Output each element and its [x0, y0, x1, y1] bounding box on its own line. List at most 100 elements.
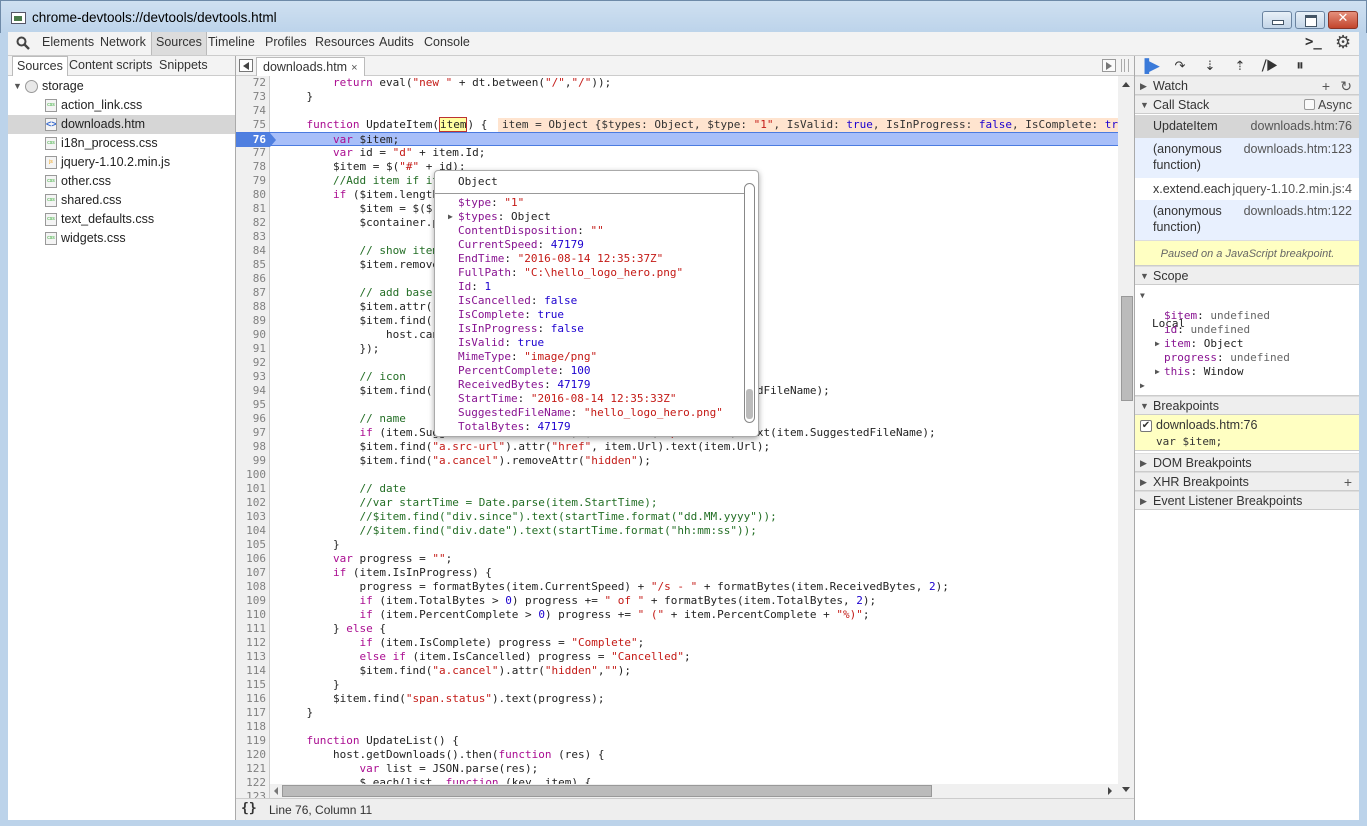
- event-listener-breakpoints-section-header[interactable]: ▶ Event Listener Breakpoints: [1135, 491, 1359, 510]
- code-line[interactable]: 77 var id = "d" + item.Id;: [236, 146, 1118, 160]
- code-line[interactable]: 100: [236, 468, 1118, 482]
- code-line[interactable]: 111 } else {: [236, 622, 1118, 636]
- line-number[interactable]: 76: [236, 133, 276, 147]
- line-number[interactable]: 73: [236, 90, 266, 104]
- step-into-icon[interactable]: ⇣: [1201, 58, 1219, 74]
- breakpoint-checkbox[interactable]: ✔: [1140, 420, 1152, 432]
- nav-tab-sources[interactable]: Sources: [12, 56, 68, 76]
- call-frame-location[interactable]: downloads.htm:123: [1244, 141, 1352, 157]
- toggle-debugger-icon[interactable]: [1102, 59, 1116, 72]
- tree-folder-storage[interactable]: ▼ storage: [8, 77, 235, 96]
- nav-tab-content-scripts[interactable]: Content scripts: [65, 56, 156, 76]
- tree-file[interactable]: <> downloads.htm: [8, 115, 235, 134]
- line-number[interactable]: 103: [236, 510, 266, 524]
- code-line[interactable]: 119 function UpdateList() {: [236, 734, 1118, 748]
- step-out-icon[interactable]: ⇡: [1231, 58, 1249, 74]
- tree-file[interactable]: css action_link.css: [8, 96, 235, 115]
- line-number[interactable]: 100: [236, 468, 266, 482]
- scope-section-header[interactable]: ▼ Scope: [1135, 266, 1359, 285]
- nav-tab-snippets[interactable]: Snippets: [155, 56, 212, 76]
- line-number[interactable]: 113: [236, 650, 266, 664]
- line-number[interactable]: 81: [236, 202, 266, 216]
- scroll-thumb[interactable]: [1121, 296, 1133, 401]
- line-number[interactable]: 116: [236, 692, 266, 706]
- scope-variable[interactable]: ▶ this: Window: [1135, 365, 1359, 379]
- line-number[interactable]: 77: [236, 146, 266, 160]
- line-number[interactable]: 82: [236, 216, 266, 230]
- scope-variable[interactable]: $item: undefined: [1135, 309, 1359, 323]
- add-watch-icon[interactable]: +: [1322, 77, 1330, 95]
- code-line[interactable]: 99 $item.find("a.cancel").removeAttr("hi…: [236, 454, 1118, 468]
- code-line[interactable]: 106 var progress = "";: [236, 552, 1118, 566]
- breakpoint-location[interactable]: downloads.htm:76: [1156, 418, 1257, 432]
- line-number[interactable]: 74: [236, 104, 266, 118]
- line-number[interactable]: 123: [236, 790, 266, 798]
- call-frame[interactable]: (anonymous function) downloads.htm:123: [1135, 138, 1359, 178]
- refresh-watch-icon[interactable]: ↻: [1340, 77, 1352, 95]
- line-number[interactable]: 93: [236, 370, 266, 384]
- line-number[interactable]: 79: [236, 174, 266, 188]
- xhr-breakpoints-section-header[interactable]: ▶ XHR Breakpoints +: [1135, 472, 1359, 491]
- code-line[interactable]: 115 }: [236, 678, 1118, 692]
- line-number[interactable]: 94: [236, 384, 266, 398]
- line-number[interactable]: 106: [236, 552, 266, 566]
- popover-scroll-thumb[interactable]: [746, 389, 753, 419]
- scroll-right-icon[interactable]: [1108, 787, 1112, 795]
- code-line[interactable]: 74: [236, 104, 1118, 118]
- vertical-scrollbar[interactable]: [1118, 76, 1134, 798]
- line-number[interactable]: 119: [236, 734, 266, 748]
- call-frame-location[interactable]: jquery-1.10.2.min.js:4: [1232, 181, 1352, 197]
- editor-tab-downloads[interactable]: downloads.htm ×: [256, 57, 365, 76]
- maximize-button[interactable]: [1295, 11, 1325, 29]
- code-line[interactable]: 116 $item.find("span.status").text(progr…: [236, 692, 1118, 706]
- code-line[interactable]: 109 if (item.TotalBytes > 0) progress +=…: [236, 594, 1118, 608]
- horizontal-scrollbar[interactable]: [270, 784, 1118, 798]
- line-number[interactable]: 90: [236, 328, 266, 342]
- scroll-up-icon[interactable]: [1122, 82, 1130, 87]
- call-frame[interactable]: x.extend.each jquery-1.10.2.min.js:4: [1135, 178, 1359, 200]
- code-line[interactable]: 98 $item.find("a.src-url").attr("href", …: [236, 440, 1118, 454]
- tab-sources[interactable]: Sources: [151, 32, 207, 55]
- close-button[interactable]: ✕: [1328, 11, 1358, 29]
- tree-file[interactable]: css widgets.css: [8, 229, 235, 248]
- add-xhr-breakpoint-icon[interactable]: +: [1344, 473, 1352, 491]
- scroll-left-icon[interactable]: [274, 787, 278, 795]
- line-number[interactable]: 99: [236, 454, 266, 468]
- code-line[interactable]: 121 var list = JSON.parse(res);: [236, 762, 1118, 776]
- expand-triangle-icon[interactable]: ▶: [448, 210, 453, 224]
- line-number[interactable]: 83: [236, 230, 266, 244]
- scope-variable[interactable]: progress: undefined: [1135, 351, 1359, 365]
- line-number[interactable]: 109: [236, 594, 266, 608]
- scope-local-header[interactable]: ▼ Local: [1135, 289, 1359, 330]
- tab-resources[interactable]: Resources: [311, 32, 379, 55]
- expand-triangle-icon[interactable]: ▶: [1155, 337, 1160, 351]
- code-line[interactable]: 72 return eval("new " + dt.between("/","…: [236, 76, 1118, 90]
- console-drawer-icon[interactable]: >_: [1305, 34, 1322, 50]
- tree-file[interactable]: js jquery-1.10.2.min.js: [8, 153, 235, 172]
- line-number[interactable]: 112: [236, 636, 266, 650]
- line-number[interactable]: 107: [236, 566, 266, 580]
- checkbox-icon[interactable]: [1303, 99, 1315, 110]
- scroll-down-icon[interactable]: [1122, 787, 1130, 792]
- pause-on-exceptions-icon[interactable]: ⏸: [1291, 58, 1309, 74]
- tab-network[interactable]: Network: [96, 32, 150, 55]
- code-line[interactable]: 103 //$item.find("div.since").text(start…: [236, 510, 1118, 524]
- line-number[interactable]: 121: [236, 762, 266, 776]
- code-line[interactable]: 73 }: [236, 90, 1118, 104]
- line-number[interactable]: 78: [236, 160, 266, 174]
- close-tab-icon[interactable]: ×: [351, 62, 357, 74]
- call-stack-section-header[interactable]: ▼ Call Stack Async: [1135, 95, 1359, 114]
- code-line[interactable]: 105 }: [236, 538, 1118, 552]
- line-number[interactable]: 104: [236, 524, 266, 538]
- tab-audits[interactable]: Audits: [375, 32, 418, 55]
- tab-profiles[interactable]: Profiles: [261, 32, 311, 55]
- line-number[interactable]: 117: [236, 706, 266, 720]
- line-number[interactable]: 92: [236, 356, 266, 370]
- tab-console[interactable]: Console: [420, 32, 474, 55]
- scope-variable[interactable]: ▶ item: Object: [1135, 337, 1359, 351]
- toggle-navigator-icon[interactable]: [239, 59, 253, 72]
- line-number[interactable]: 114: [236, 664, 266, 678]
- gear-icon[interactable]: ⚙: [1335, 32, 1351, 53]
- line-number[interactable]: 102: [236, 496, 266, 510]
- line-number[interactable]: 96: [236, 412, 266, 426]
